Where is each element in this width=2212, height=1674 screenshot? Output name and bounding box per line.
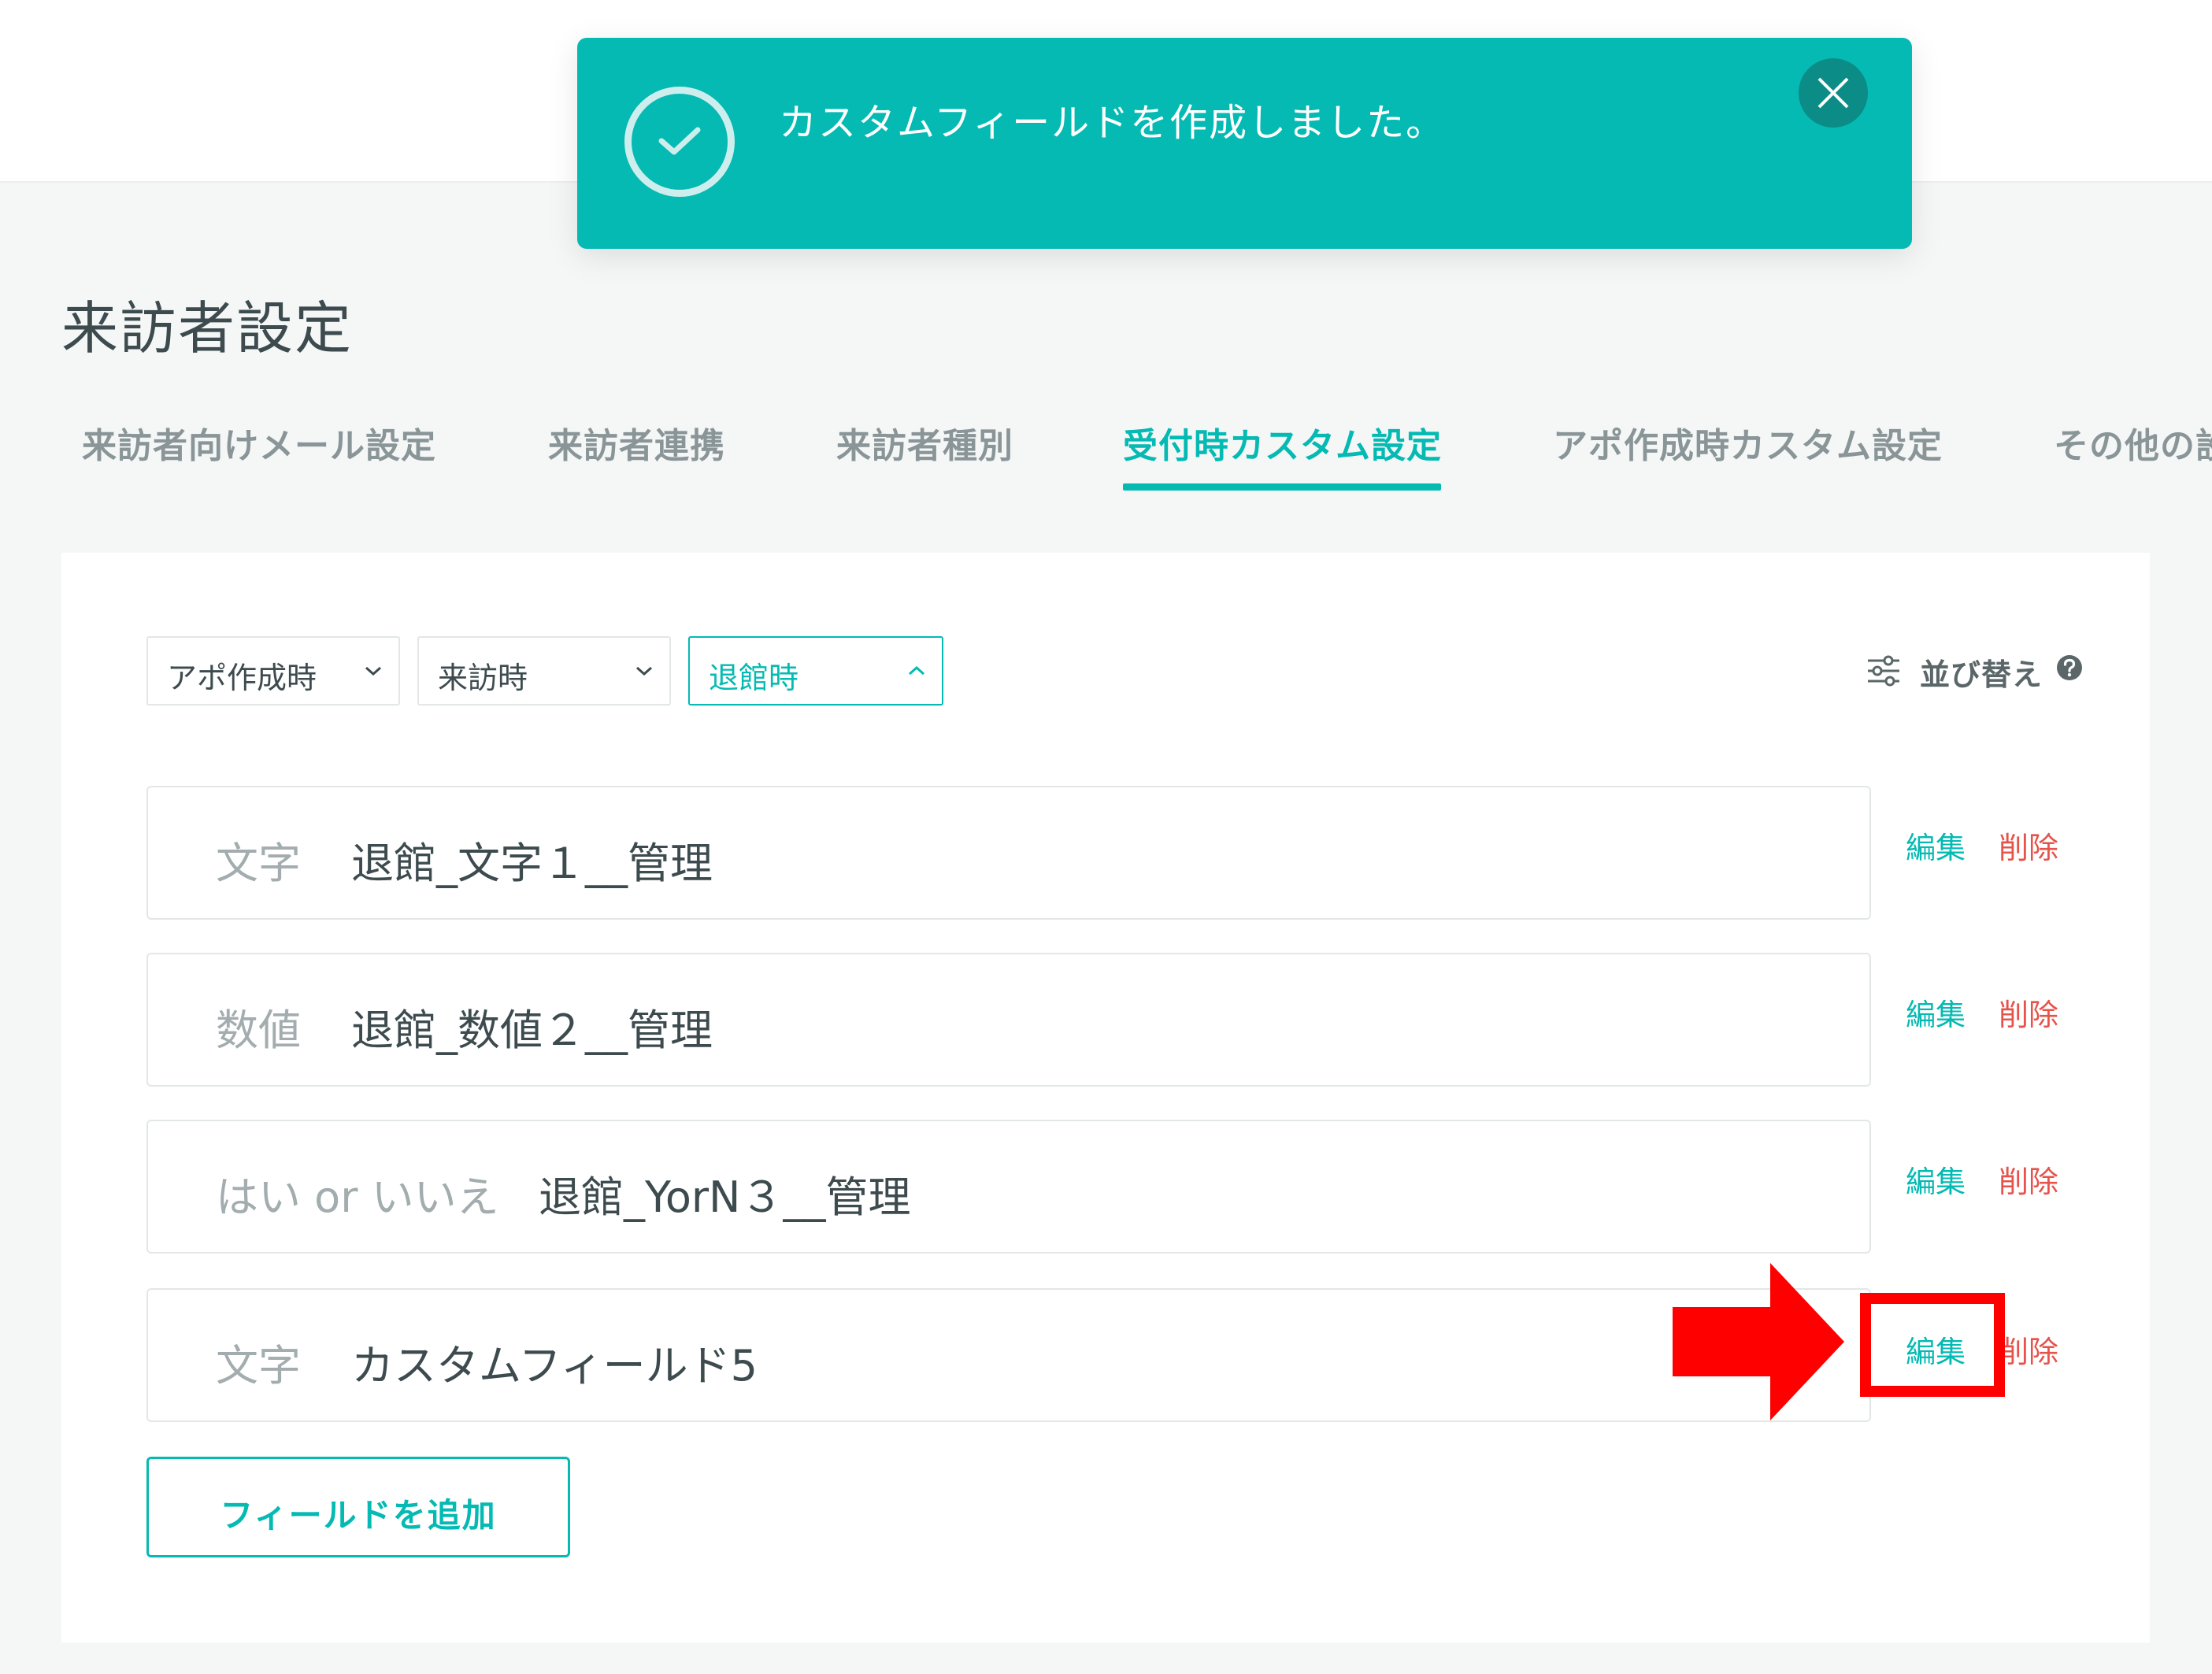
toast-message: カスタムフィールドを作成しました。	[779, 101, 1446, 145]
timing-select-checkout[interactable]: 退館時	[688, 636, 943, 706]
delete-link[interactable]: 削除	[1999, 1157, 2058, 1201]
timing-select-visit[interactable]: 来訪時	[417, 636, 671, 706]
page: 来訪者設定 来訪者向けメール設定 来訪者連携 来訪者種別 受付時カスタム設定 ア…	[0, 0, 2212, 1674]
help-icon[interactable]	[2055, 654, 2084, 682]
delete-link[interactable]: 削除	[1999, 1328, 2058, 1371]
field-name: 退館_YorN３__管理	[539, 1172, 911, 1222]
tab-visitor-type[interactable]: 来訪者種別	[836, 417, 1013, 468]
field-type: はい or いいえ	[216, 1172, 499, 1222]
chevron-down-icon	[636, 666, 652, 676]
field-name: 退館_文字１__管理	[351, 839, 713, 888]
edit-link[interactable]: 編集	[1906, 1157, 1966, 1201]
select-value: 退館時	[709, 661, 799, 695]
delete-link[interactable]: 削除	[1999, 824, 2058, 867]
edit-link[interactable]: 編集	[1906, 991, 1966, 1034]
field-type: 文字	[216, 1341, 301, 1391]
select-value: 来訪時	[438, 661, 528, 695]
tab-other-settings[interactable]: その他の設	[2054, 417, 2212, 468]
field-name: カスタムフィールド5	[351, 1341, 758, 1391]
page-title: 来訪者設定	[61, 295, 354, 361]
delete-link[interactable]: 削除	[1999, 991, 2058, 1034]
close-icon[interactable]	[1799, 58, 1868, 128]
check-circle-icon	[624, 87, 735, 197]
tab-bar: 来訪者向けメール設定 来訪者連携 来訪者種別 受付時カスタム設定 アポ作成時カス…	[0, 417, 2212, 496]
tab-visitor-mail[interactable]: 来訪者向けメール設定	[82, 417, 436, 468]
add-field-button[interactable]: フィールドを追加	[146, 1457, 570, 1557]
tab-appointment-custom[interactable]: アポ作成時カスタム設定	[1553, 417, 1943, 468]
tab-visitor-integration[interactable]: 来訪者連携	[548, 417, 725, 468]
field-row: はい or いいえ 退館_YorN３__管理	[146, 1120, 1871, 1254]
chevron-up-icon	[909, 665, 924, 676]
annotation-highlight-box	[1860, 1293, 2005, 1397]
field-type: 数値	[216, 1006, 301, 1055]
annotation-arrow-icon	[1673, 1263, 1844, 1420]
field-row: 数値 退館_数値２__管理	[146, 953, 1871, 1087]
timing-select-appointment[interactable]: アポ作成時	[146, 636, 400, 706]
sort-label: 並び替え	[1920, 657, 2043, 692]
success-toast: カスタムフィールドを作成しました。	[577, 38, 1912, 249]
field-type: 文字	[216, 839, 301, 888]
select-value: アポ作成時	[167, 661, 317, 695]
tab-reception-custom[interactable]: 受付時カスタム設定	[1123, 417, 1442, 468]
field-row: 文字 退館_文字１__管理	[146, 786, 1871, 920]
chevron-down-icon	[365, 666, 381, 676]
field-row: 文字 カスタムフィールド5	[146, 1288, 1871, 1422]
active-tab-indicator	[1123, 483, 1441, 491]
edit-link[interactable]: 編集	[1906, 824, 1966, 867]
field-name: 退館_数値２__管理	[351, 1006, 713, 1055]
sliders-icon	[1868, 655, 1899, 687]
add-field-label: フィールドを追加	[220, 1496, 497, 1535]
